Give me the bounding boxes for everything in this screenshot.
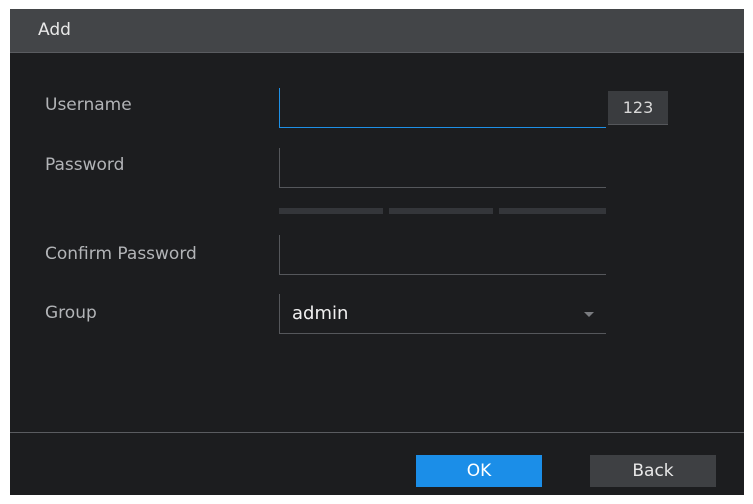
username-input[interactable] <box>280 88 606 127</box>
password-label: Password <box>45 155 125 175</box>
back-button[interactable]: Back <box>590 455 716 487</box>
confirm-password-input[interactable] <box>280 235 606 274</box>
dialog-title: Add <box>38 20 71 40</box>
username-field[interactable] <box>279 88 606 128</box>
confirm-password-label: Confirm Password <box>45 244 197 264</box>
confirm-password-field[interactable] <box>279 235 606 275</box>
password-strength-bar-medium <box>389 208 493 214</box>
password-input[interactable] <box>280 148 606 187</box>
footer-divider <box>10 432 744 433</box>
ok-button[interactable]: OK <box>416 455 542 487</box>
group-select-value: admin <box>292 303 349 324</box>
dialog-title-bar: Add <box>10 9 744 53</box>
password-field[interactable] <box>279 148 606 188</box>
group-label: Group <box>45 303 97 323</box>
keyboard-toggle-button[interactable]: 123 <box>608 91 668 125</box>
password-strength-bar-strong <box>499 208 606 214</box>
chevron-down-icon <box>584 312 594 317</box>
username-label: Username <box>45 95 132 115</box>
add-user-dialog: Add Username 123 Password Confirm Passwo… <box>10 9 744 495</box>
group-select[interactable]: admin <box>279 294 606 334</box>
password-strength-bar-weak <box>279 208 383 214</box>
